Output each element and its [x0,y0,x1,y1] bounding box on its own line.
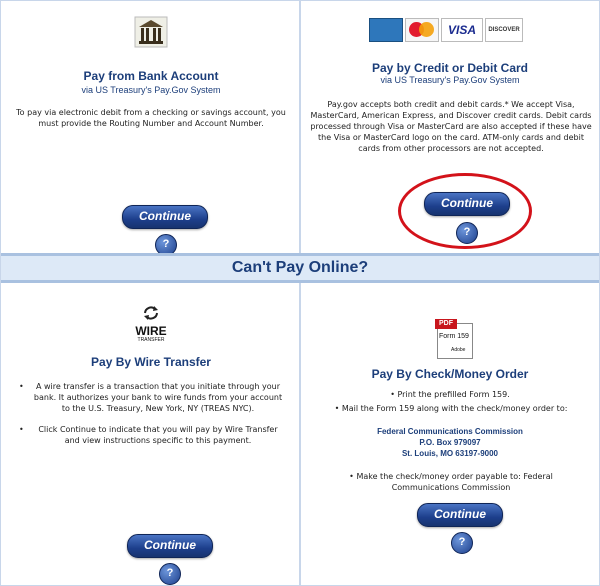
address-line: P.O. Box 979097 [419,438,481,447]
refresh-arrows-icon [144,306,158,320]
card-logos: VISA DISCOVER [369,18,539,42]
check-bullet-print: • Print the prefilled Form 159. [390,390,510,399]
card-description: Pay.gov accepts both credit and debit ca… [310,100,592,153]
address-line: St. Louis, MO 63197-9000 [401,449,499,458]
pdf-form-icon: PDF Form 159 Adobe [435,319,473,359]
visa-logo-icon: VISA [441,18,483,42]
payment-options-panel: Pay from Bank Account via US Treasury's … [0,0,600,586]
bank-icon [133,15,169,49]
bank-description: To pay via electronic debit from a check… [16,108,286,128]
pdf-badge: PDF [435,319,457,329]
bank-title: Pay from Bank Account [83,69,219,83]
wire-bullet: A wire transfer is a transaction that yo… [1,381,301,414]
wire-help-button[interactable]: ? [159,563,181,585]
card-subtitle: via US Treasury's Pay.Gov System [380,75,520,85]
form-number-label: Form 159 [439,333,469,340]
amex-logo-icon [369,18,403,42]
discover-logo-icon: DISCOVER [485,18,523,42]
offline-heading: Can't Pay Online? [231,259,369,276]
offline-banner: Can't Pay Online? [1,253,599,283]
wire-continue-button[interactable]: Continue [127,534,213,558]
bank-payment-cell: Pay from Bank Account via US Treasury's … [1,1,301,256]
highlight-circle [398,173,532,249]
check-help-button[interactable]: ? [451,532,473,554]
wire-payment-cell: WIRE TRANSFER Pay By Wire Transfer A wir… [1,283,301,585]
wire-title: Pay By Wire Transfer [91,355,211,369]
check-bullet-mail: • Mail the Form 159 along with the check… [334,404,568,413]
wire-instructions: A wire transfer is a transaction that yo… [1,381,301,456]
address-line: Federal Communications Commission [377,427,523,436]
check-payment-cell: PDF Form 159 Adobe Pay By Check/Money Or… [301,283,599,585]
adobe-label: Adobe [451,347,466,353]
check-continue-button[interactable]: Continue [417,503,503,527]
wire-logo-subtext: TRANSFER [137,337,165,343]
wire-transfer-icon: WIRE TRANSFER [129,305,173,345]
bank-continue-button[interactable]: Continue [122,205,208,229]
check-title: Pay By Check/Money Order [371,367,529,381]
wire-bullet: Click Continue to indicate that you will… [1,424,301,446]
bank-subtitle: via US Treasury's Pay.Gov System [81,85,221,95]
check-bullet-payable: • Make the check/money order payable to:… [349,472,553,492]
mastercard-logo-icon [405,18,439,42]
wire-logo-text: WIRE [135,324,167,338]
card-title: Pay by Credit or Debit Card [371,61,529,75]
mailing-address: Federal Communications Commission P.O. B… [301,426,599,459]
